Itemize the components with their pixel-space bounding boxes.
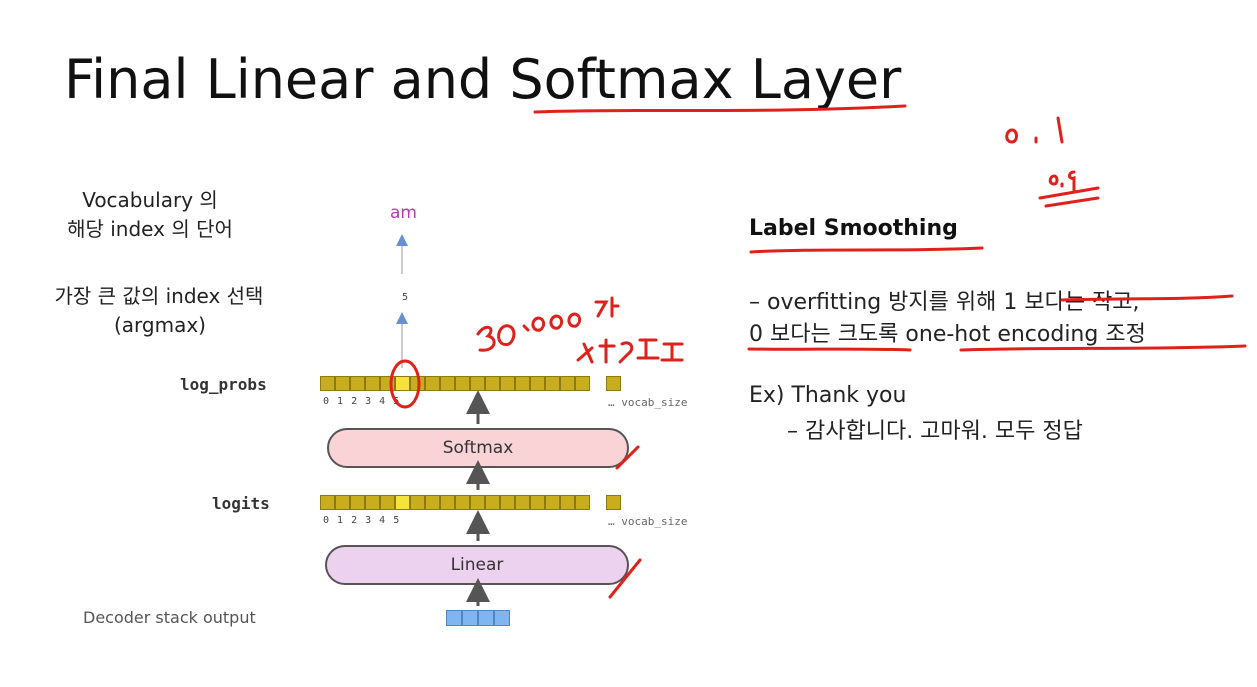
selected-index: 5 [402,292,409,303]
logits-cell [440,495,455,510]
slide-title: Final Linear and Softmax Layer [64,48,902,111]
red-annotations [389,104,1247,599]
log-probs-cell [455,376,470,391]
log-probs-cell [560,376,575,391]
logits-cell [470,495,485,510]
log-probs-cell [530,376,545,391]
log-probs-cell [545,376,560,391]
underline-0-larger [747,347,912,352]
log-probs-cell [470,376,485,391]
heading-underline [749,246,984,254]
log-probs-label: log_probs [180,375,267,394]
logits-cell [575,495,590,510]
logits-cell [560,495,575,510]
decoder-cell [494,610,510,626]
log-probs-cell-selected [395,376,410,391]
log-probs-cell [365,376,380,391]
slide: Final Linear and Softmax Layer Vocabular… [0,0,1257,687]
log-probs-cell [425,376,440,391]
log-probs-cell [380,376,395,391]
label-smoothing-line2: 0 보다는 크도록 one-hot encoding 조정 [749,322,1146,347]
log-probs-cell [335,376,350,391]
logits-cell [380,495,395,510]
log-probs-cell [410,376,425,391]
log-probs-cell [320,376,335,391]
log-probs-cell [606,376,621,391]
log-probs-cell [500,376,515,391]
logits-cell-selected [395,495,410,510]
example-detail-line: – 감사합니다. 고마워. 모두 정답 [787,419,1083,444]
log-probs-cell [485,376,500,391]
note-vocab-line1: Vocabulary 의 [82,188,218,212]
logits-cell [530,495,545,510]
log-probs-ticks: 0 1 2 3 4 5 [323,396,401,407]
note-vocab-line2: 해당 index 의 단어 [67,217,233,241]
decoder-cell [478,610,494,626]
decoder-output-vector [446,610,510,626]
log-probs-cell [515,376,530,391]
logits-cell [350,495,365,510]
logits-cell [455,495,470,510]
logits-cell [485,495,500,510]
handwritten-0-9 [1038,170,1100,208]
log-probs-cell [350,376,365,391]
note-argmax-line2: (argmax) [113,313,206,337]
logits-cell [365,495,380,510]
handwritten-distribution [576,338,684,364]
decoder-cell [446,610,462,626]
logits-cell [515,495,530,510]
log-probs-cell [440,376,455,391]
log-probs-vocab-size: … vocab_size [608,396,688,409]
logits-label: logits [212,494,270,513]
decoder-output-label: Decoder stack output [83,608,256,627]
logits-ticks: 0 1 2 3 4 5 [323,515,401,526]
handwritten-30000 [476,296,620,352]
logits-cell [606,495,621,510]
logits-cell [320,495,335,510]
logits-vector [320,495,621,510]
logits-cell [545,495,560,510]
example-line: Ex) Thank you [749,383,907,408]
logits-cell [335,495,350,510]
decoder-cell [462,610,478,626]
logits-cell [425,495,440,510]
handwritten-0-1 [1005,116,1064,144]
linear-layer: Linear [325,545,629,585]
label-smoothing-line1: – overfitting 방지를 위해 1 보다는 작고, [749,290,1140,315]
logits-cell [500,495,515,510]
output-word: am [390,203,417,223]
logits-cell [410,495,425,510]
label-smoothing-heading: Label Smoothing [749,216,958,241]
note-argmax-line1: 가장 큰 값의 index 선택 [54,284,264,308]
log-probs-cell [575,376,590,391]
softmax-layer: Softmax [327,428,629,468]
logits-vocab-size: … vocab_size [608,515,688,528]
log-probs-vector [320,376,621,391]
